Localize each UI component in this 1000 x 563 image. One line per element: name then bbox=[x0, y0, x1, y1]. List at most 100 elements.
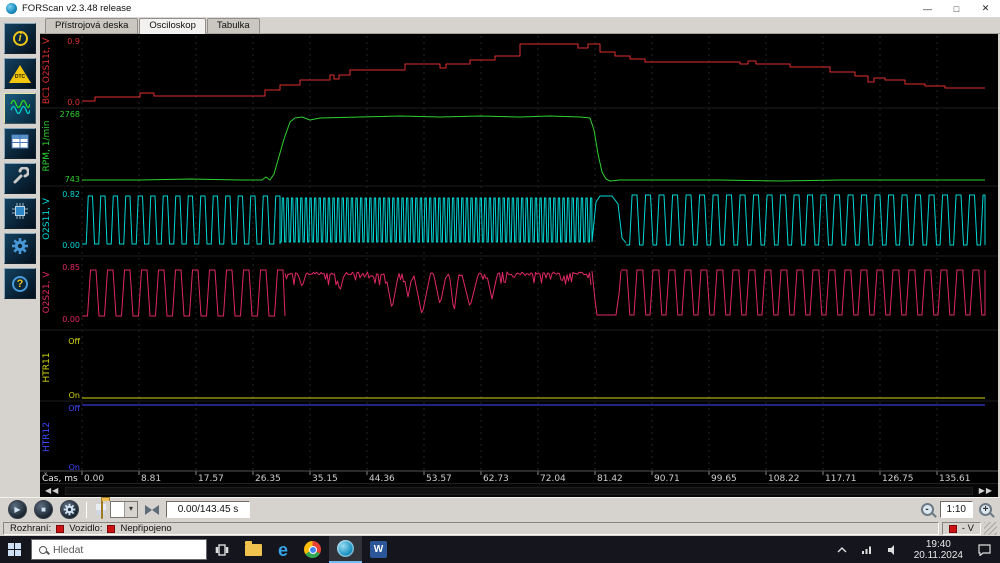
chrome-button[interactable] bbox=[296, 536, 329, 563]
svg-text:26.35: 26.35 bbox=[255, 474, 281, 483]
file-explorer-button[interactable] bbox=[237, 536, 270, 563]
oscilloscope-panel: 0.00 8.81 17.57 26.35 35.15 44.36 53.57 62.73 72… bbox=[40, 34, 998, 483]
forscan-taskbar-icon bbox=[337, 540, 355, 557]
svg-text:2768: 2768 bbox=[60, 110, 80, 119]
sidebar-item-vehicle-info[interactable] bbox=[4, 23, 36, 54]
svg-text:8.81: 8.81 bbox=[141, 474, 161, 483]
edge-button[interactable] bbox=[270, 536, 296, 563]
svg-text:0.82: 0.82 bbox=[62, 190, 80, 199]
zoom-out-button[interactable]: - bbox=[920, 503, 934, 516]
taskbar-clock[interactable]: 19:40 20.11.2024 bbox=[908, 539, 969, 561]
svg-text:90.71: 90.71 bbox=[654, 474, 680, 483]
sidebar-item-programming[interactable] bbox=[4, 198, 36, 229]
svg-text:HTR12: HTR12 bbox=[42, 422, 52, 452]
svg-text:0.00: 0.00 bbox=[62, 315, 80, 324]
resize-grip bbox=[984, 522, 997, 535]
svg-text:0.00: 0.00 bbox=[84, 474, 104, 483]
svg-text:0.00: 0.00 bbox=[62, 241, 80, 250]
sidebar-item-settings[interactable] bbox=[4, 233, 36, 264]
forscan-taskbar-button[interactable] bbox=[329, 536, 363, 563]
svg-text:743: 743 bbox=[65, 175, 80, 184]
sidebar: DTC bbox=[0, 18, 40, 497]
taskbar-search[interactable]: Hledat bbox=[31, 539, 207, 560]
svg-text:72.04: 72.04 bbox=[540, 474, 566, 483]
close-button[interactable]: ✕ bbox=[971, 0, 1000, 17]
gear-icon bbox=[11, 237, 29, 260]
svg-text:81.42: 81.42 bbox=[597, 474, 623, 483]
svg-text:117.71: 117.71 bbox=[825, 474, 857, 483]
load-button[interactable] bbox=[101, 499, 103, 519]
sidebar-item-dtc[interactable]: DTC bbox=[4, 58, 36, 89]
sidebar-item-oscilloscope[interactable] bbox=[4, 93, 36, 124]
scroll-track[interactable] bbox=[65, 486, 973, 495]
table-icon bbox=[11, 134, 29, 154]
zoom-in-button[interactable]: + bbox=[979, 503, 992, 516]
record-settings-button[interactable] bbox=[60, 500, 79, 519]
scroll-right-button[interactable]: ▶▶ bbox=[977, 485, 995, 497]
vehicle-status-indicator bbox=[107, 524, 116, 533]
tab-dashboard[interactable]: Přístrojová deska bbox=[45, 18, 139, 33]
clear-icon bbox=[145, 505, 159, 515]
svg-text:17.57: 17.57 bbox=[198, 474, 224, 483]
scroll-left-button[interactable]: ◀◀ bbox=[43, 485, 61, 497]
svg-text:62.73: 62.73 bbox=[483, 474, 509, 483]
connection-status: Nepřipojeno bbox=[120, 523, 172, 534]
forscan-logo-icon bbox=[6, 3, 17, 14]
start-button[interactable] bbox=[0, 536, 29, 563]
dtc-icon-label: DTC bbox=[14, 73, 26, 80]
titlebar: FORScan v2.3.48 release — □ ✕ bbox=[0, 0, 1000, 18]
svg-text:0.85: 0.85 bbox=[62, 263, 80, 272]
file-explorer-icon bbox=[245, 540, 262, 556]
scope-canvas[interactable]: 0.00 8.81 17.57 26.35 35.15 44.36 53.57 62.73 72… bbox=[40, 34, 998, 483]
network-button[interactable] bbox=[856, 536, 878, 563]
zoom-level-display: 1:10 bbox=[939, 501, 973, 518]
battery-status-indicator bbox=[948, 524, 957, 533]
chrome-icon bbox=[304, 541, 322, 558]
play-button[interactable]: ▶ bbox=[8, 500, 27, 519]
chevron-up-icon bbox=[837, 546, 847, 552]
taskbar: Hledat 19:40 20.11.2024 bbox=[0, 536, 1000, 563]
word-icon bbox=[370, 541, 388, 558]
search-icon bbox=[39, 545, 47, 554]
svg-text:O2S11, V: O2S11, V bbox=[42, 197, 52, 240]
task-view-button[interactable] bbox=[207, 536, 237, 563]
playback-time-display: 0.00/143.45 s bbox=[166, 501, 250, 518]
minimize-button[interactable]: — bbox=[913, 0, 942, 17]
svg-text:99.65: 99.65 bbox=[711, 474, 737, 483]
svg-text:Off: Off bbox=[68, 404, 80, 413]
action-center-icon bbox=[978, 543, 991, 556]
interface-label: Rozhraní: bbox=[10, 523, 52, 534]
svg-text:135.61: 135.61 bbox=[939, 474, 971, 483]
dtc-icon: DTC bbox=[9, 64, 31, 83]
scope-scrollbar: ◀◀ ▶▶ bbox=[40, 483, 998, 497]
word-button[interactable] bbox=[362, 536, 395, 563]
task-view-icon bbox=[215, 543, 229, 556]
clear-button[interactable] bbox=[145, 505, 159, 515]
action-center-button[interactable] bbox=[973, 536, 996, 563]
toolbar-separator bbox=[86, 501, 87, 518]
windows-logo-icon bbox=[8, 543, 21, 556]
tab-table[interactable]: Tabulka bbox=[206, 18, 260, 33]
sidebar-item-table[interactable] bbox=[4, 128, 36, 159]
maximize-button[interactable]: □ bbox=[942, 0, 971, 17]
stop-button[interactable]: ■ bbox=[34, 500, 53, 519]
sidebar-item-help[interactable] bbox=[4, 268, 36, 299]
svg-text:126.75: 126.75 bbox=[882, 474, 914, 483]
volume-icon bbox=[887, 544, 894, 555]
tray-expand-button[interactable] bbox=[832, 536, 852, 563]
tab-oscilloscope[interactable]: Osciloskop bbox=[139, 18, 206, 34]
volume-button[interactable] bbox=[882, 536, 904, 563]
svg-text:On: On bbox=[69, 463, 80, 472]
svg-text:HTR11: HTR11 bbox=[42, 353, 52, 383]
search-placeholder: Hledat bbox=[53, 543, 84, 556]
edge-icon bbox=[278, 541, 288, 559]
network-icon bbox=[861, 546, 871, 554]
vehicle-info-icon bbox=[12, 31, 28, 46]
voltage-display: - V bbox=[961, 523, 974, 534]
interface-status-indicator bbox=[56, 524, 65, 533]
chip-icon bbox=[11, 202, 29, 225]
svg-text:On: On bbox=[69, 391, 80, 400]
svg-text:0.9: 0.9 bbox=[67, 37, 80, 46]
sidebar-item-service[interactable] bbox=[4, 163, 36, 194]
channel-combo[interactable] bbox=[110, 501, 138, 518]
